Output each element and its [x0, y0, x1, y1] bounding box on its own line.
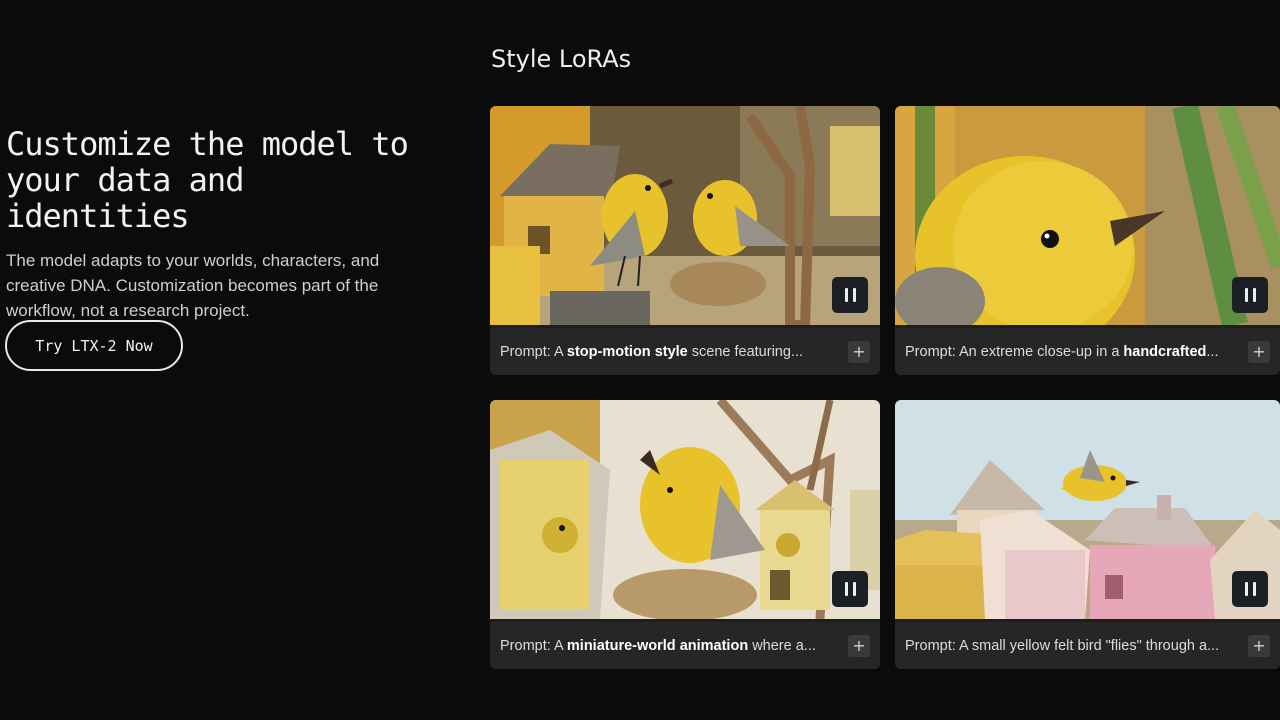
prompt-text: Prompt: A miniature-world animation wher…: [500, 638, 836, 654]
prompt-text: Prompt: A stop-motion style scene featur…: [500, 344, 836, 360]
section-title: Style LoRAs: [491, 45, 632, 73]
hero-title: Customize the model to your data and ide…: [6, 126, 426, 234]
pause-button[interactable]: [832, 277, 868, 313]
prompt-suffix: where a...: [748, 637, 816, 654]
video-thumbnail[interactable]: [895, 106, 1280, 325]
pause-icon-bar: [1244, 288, 1248, 302]
pause-icon-bar: [852, 288, 856, 302]
pause-icon-bar: [852, 582, 856, 596]
video-thumbnail[interactable]: [490, 106, 880, 325]
video-thumbnail[interactable]: [895, 400, 1280, 619]
pause-icon-bar: [1252, 288, 1256, 302]
hero-description: The model adapts to your worlds, charact…: [6, 251, 380, 320]
prompt-caption: Prompt: An extreme close-up in a handcra…: [895, 328, 1280, 375]
prompt-prefix: Prompt: A small yellow felt bird "flies"…: [905, 637, 1220, 654]
pause-button[interactable]: [832, 571, 868, 607]
prompt-prefix: Prompt: An extreme close-up in a: [905, 343, 1124, 360]
prompt-caption: Prompt: A stop-motion style scene featur…: [490, 328, 880, 375]
hero-title-line-1: Customize the model to: [6, 125, 409, 163]
expand-plus-icon[interactable]: +: [1248, 634, 1270, 657]
expand-plus-icon[interactable]: +: [848, 634, 870, 657]
expand-plus-icon[interactable]: +: [1248, 340, 1270, 363]
hero-title-line-2: your data and identities: [6, 161, 244, 235]
pause-icon-bar: [1244, 582, 1248, 596]
prompt-prefix: Prompt: A: [500, 637, 567, 654]
prompt-prefix: Prompt: A: [500, 343, 567, 360]
prompt-style: stop-motion style: [566, 343, 688, 360]
prompt-text: Prompt: An extreme close-up in a handcra…: [905, 344, 1236, 360]
lora-card-4[interactable]: Prompt: A small yellow felt bird "flies"…: [895, 400, 1280, 669]
pause-icon-bar: [844, 288, 848, 302]
prompt-caption: Prompt: A miniature-world animation wher…: [490, 622, 880, 669]
lora-card-1[interactable]: Prompt: A stop-motion style scene featur…: [490, 106, 880, 375]
hero-section: Customize the model to your data and ide…: [6, 126, 426, 323]
prompt-style: handcrafted: [1123, 343, 1207, 360]
prompt-style: miniature-world animation: [566, 637, 749, 654]
video-thumbnail[interactable]: [490, 400, 880, 619]
prompt-suffix: ...: [1206, 343, 1219, 360]
pause-button[interactable]: [1232, 571, 1268, 607]
pause-button[interactable]: [1232, 277, 1268, 313]
prompt-text: Prompt: A small yellow felt bird "flies"…: [905, 638, 1236, 654]
pause-icon-bar: [844, 582, 848, 596]
expand-plus-icon[interactable]: +: [848, 340, 870, 363]
pause-icon-bar: [1252, 582, 1256, 596]
lora-card-3[interactable]: Prompt: A miniature-world animation wher…: [490, 400, 880, 669]
prompt-caption: Prompt: A small yellow felt bird "flies"…: [895, 622, 1280, 669]
try-ltx-2-button[interactable]: Try LTX-2 Now: [5, 320, 183, 371]
prompt-suffix: scene featuring...: [687, 343, 804, 360]
lora-card-2[interactable]: Prompt: An extreme close-up in a handcra…: [895, 106, 1280, 375]
